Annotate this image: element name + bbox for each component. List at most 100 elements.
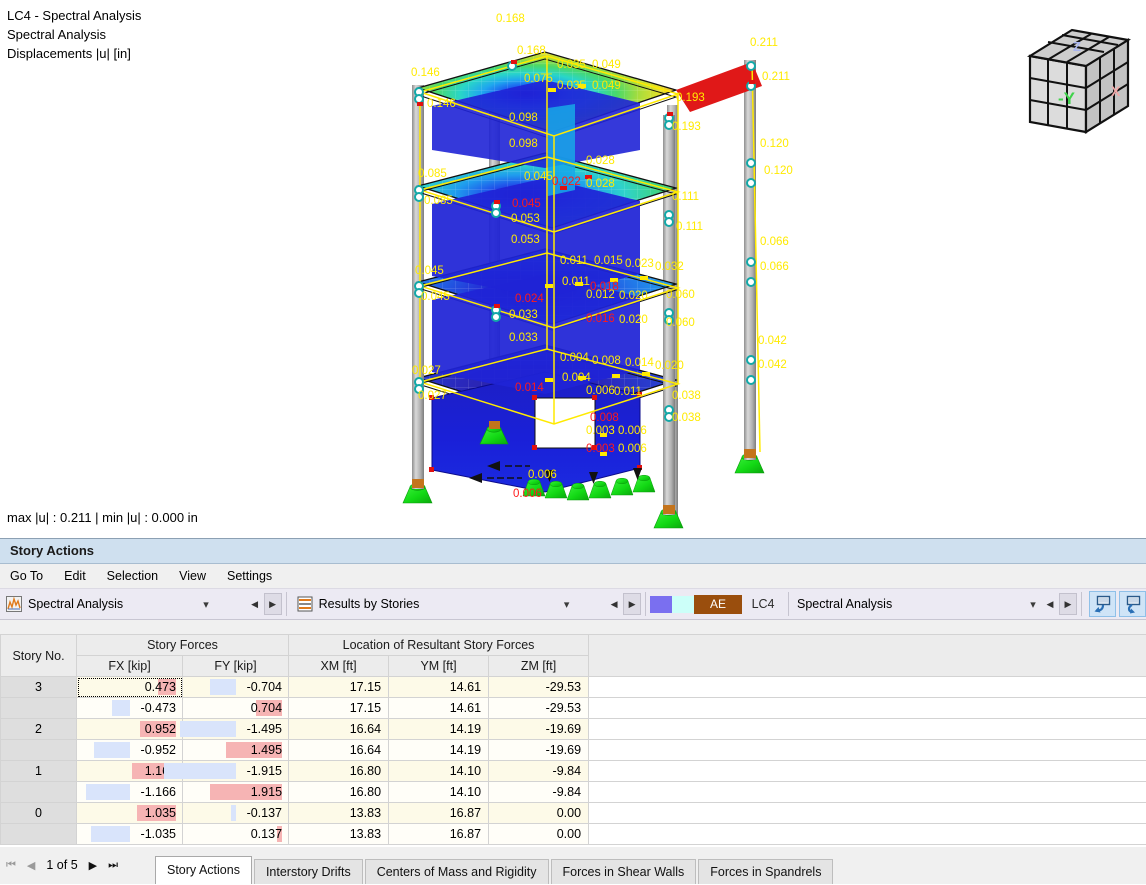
cell-fx[interactable]: 1.035: [77, 803, 183, 824]
cell-story-no[interactable]: [1, 782, 77, 803]
cell-story-no[interactable]: [1, 698, 77, 719]
cell-fy[interactable]: -0.704: [183, 677, 289, 698]
menu-item-edit[interactable]: Edit: [62, 568, 88, 584]
tab-forces-in-spandrels[interactable]: Forces in Spandrels: [698, 859, 833, 884]
cell-zm[interactable]: -29.53: [489, 677, 589, 698]
load-case-next-button[interactable]: ▶: [264, 593, 282, 615]
cell-xm[interactable]: 13.83: [289, 803, 389, 824]
action-effect-badge[interactable]: AE: [694, 595, 742, 614]
load-case-name-combo[interactable]: Spectral Analysis ▾: [793, 591, 1041, 617]
load-case-name-prev-button[interactable]: ◀: [1041, 593, 1059, 615]
cell-zm[interactable]: 0.00: [489, 803, 589, 824]
cell-ym[interactable]: 14.19: [389, 719, 489, 740]
header-xm[interactable]: XM [ft]: [289, 656, 389, 677]
chevron-down-icon[interactable]: ▾: [198, 598, 214, 611]
cell-fy[interactable]: 0.137: [183, 824, 289, 845]
cell-fx[interactable]: 0.952: [77, 719, 183, 740]
load-case-color-swatch-2[interactable]: [672, 596, 694, 613]
cell-xm[interactable]: 17.15: [289, 698, 389, 719]
cell-story-no[interactable]: [1, 824, 77, 845]
panel-menubar[interactable]: Go To Edit Selection View Settings: [0, 564, 1146, 588]
table-row[interactable]: 30.473-0.70417.1514.61-29.53: [1, 677, 1146, 698]
cell-zm[interactable]: -19.69: [489, 719, 589, 740]
structure-3d-model[interactable]: 0.1680.2110.1680.0350.0490.2110.0750.146…: [0, 0, 1146, 538]
results-combo[interactable]: Results by Stories ▾: [291, 591, 605, 617]
table-row[interactable]: 11.166-1.91516.8014.10-9.84: [1, 761, 1146, 782]
load-case-prev-button[interactable]: ◀: [246, 593, 264, 615]
cell-fy[interactable]: -1.495: [183, 719, 289, 740]
previous-record-button[interactable]: ◀: [27, 859, 35, 872]
table-row[interactable]: -1.1661.91516.8014.10-9.84: [1, 782, 1146, 803]
cell-xm[interactable]: 16.80: [289, 782, 389, 803]
cell-story-no[interactable]: [1, 740, 77, 761]
cell-zm[interactable]: 0.00: [489, 824, 589, 845]
cell-fx[interactable]: 0.473: [77, 677, 183, 698]
table-body[interactable]: 30.473-0.70417.1514.61-29.53-0.4730.7041…: [1, 677, 1146, 845]
menu-item-view[interactable]: View: [177, 568, 208, 584]
record-pager[interactable]: ⏮ ◀ 1 of 5 ▶ ⏭: [6, 858, 118, 872]
cell-zm[interactable]: -29.53: [489, 698, 589, 719]
cell-zm[interactable]: -19.69: [489, 740, 589, 761]
cell-zm[interactable]: -9.84: [489, 782, 589, 803]
cell-ym[interactable]: 14.19: [389, 740, 489, 761]
cell-fy[interactable]: -1.915: [183, 761, 289, 782]
results-prev-button[interactable]: ◀: [605, 593, 623, 615]
header-fx[interactable]: FX [kip]: [77, 656, 183, 677]
cell-ym[interactable]: 14.61: [389, 677, 489, 698]
header-fy[interactable]: FY [kip]: [183, 656, 289, 677]
cell-fy[interactable]: 1.915: [183, 782, 289, 803]
header-story-no[interactable]: Story No.: [1, 635, 77, 677]
tab-centers-of-mass-and-rigidity[interactable]: Centers of Mass and Rigidity: [365, 859, 549, 884]
last-record-button[interactable]: ⏭: [108, 859, 118, 872]
cell-story-no[interactable]: 2: [1, 719, 77, 740]
results-table-container[interactable]: Story No. Story Forces Location of Resul…: [0, 634, 1146, 847]
cell-xm[interactable]: 17.15: [289, 677, 389, 698]
menu-item-selection[interactable]: Selection: [105, 568, 160, 584]
table-row[interactable]: 20.952-1.49516.6414.19-19.69: [1, 719, 1146, 740]
cell-fy[interactable]: 0.704: [183, 698, 289, 719]
cell-ym[interactable]: 16.87: [389, 803, 489, 824]
load-case-name-next-button[interactable]: ▶: [1059, 593, 1077, 615]
table-row[interactable]: -1.0350.13713.8316.870.00: [1, 824, 1146, 845]
cell-fx[interactable]: -0.952: [77, 740, 183, 761]
cell-zm[interactable]: -9.84: [489, 761, 589, 782]
first-record-button[interactable]: ⏮: [6, 859, 16, 872]
menu-item-settings[interactable]: Settings: [225, 568, 274, 584]
cell-ym[interactable]: 14.61: [389, 698, 489, 719]
header-zm[interactable]: ZM [ft]: [489, 656, 589, 677]
cell-ym[interactable]: 16.87: [389, 824, 489, 845]
load-case-combo[interactable]: Spectral Analysis ▾: [0, 591, 246, 617]
cell-ym[interactable]: 14.10: [389, 782, 489, 803]
cell-fx[interactable]: -1.035: [77, 824, 183, 845]
cell-xm[interactable]: 16.64: [289, 719, 389, 740]
cell-fx[interactable]: -1.166: [77, 782, 183, 803]
menu-item-goto[interactable]: Go To: [8, 568, 45, 584]
panel-toolbar[interactable]: Spectral Analysis ▾ ◀ ▶ Results by Stori…: [0, 588, 1146, 620]
table-row[interactable]: -0.9521.49516.6414.19-19.69: [1, 740, 1146, 761]
cell-fy[interactable]: 1.495: [183, 740, 289, 761]
load-case-color-swatch-1[interactable]: [650, 596, 672, 613]
header-ym[interactable]: YM [ft]: [389, 656, 489, 677]
tab-story-actions[interactable]: Story Actions: [155, 856, 252, 884]
next-record-button[interactable]: ▶: [89, 859, 97, 872]
cell-story-no[interactable]: 3: [1, 677, 77, 698]
cell-fx[interactable]: -0.473: [77, 698, 183, 719]
view-cube[interactable]: -Y X Z: [1016, 18, 1140, 142]
tab-forces-in-shear-walls[interactable]: Forces in Shear Walls: [551, 859, 697, 884]
sync-to-model-button[interactable]: [1089, 591, 1116, 617]
table-row[interactable]: 01.035-0.13713.8316.870.00: [1, 803, 1146, 824]
results-next-button[interactable]: ▶: [623, 593, 641, 615]
tab-interstory-drifts[interactable]: Interstory Drifts: [254, 859, 363, 884]
cell-xm[interactable]: 13.83: [289, 824, 389, 845]
cell-ym[interactable]: 14.10: [389, 761, 489, 782]
table-row[interactable]: -0.4730.70417.1514.61-29.53: [1, 698, 1146, 719]
cell-xm[interactable]: 16.64: [289, 740, 389, 761]
result-tabs[interactable]: Story ActionsInterstory DriftsCenters of…: [155, 855, 835, 884]
model-viewport[interactable]: LC4 - Spectral Analysis Spectral Analysi…: [0, 0, 1146, 538]
chevron-down-icon[interactable]: ▾: [1025, 598, 1041, 611]
cell-xm[interactable]: 16.80: [289, 761, 389, 782]
sync-from-model-button[interactable]: [1119, 591, 1146, 617]
cell-fy[interactable]: -0.137: [183, 803, 289, 824]
cell-story-no[interactable]: 0: [1, 803, 77, 824]
chevron-down-icon[interactable]: ▾: [559, 598, 575, 611]
